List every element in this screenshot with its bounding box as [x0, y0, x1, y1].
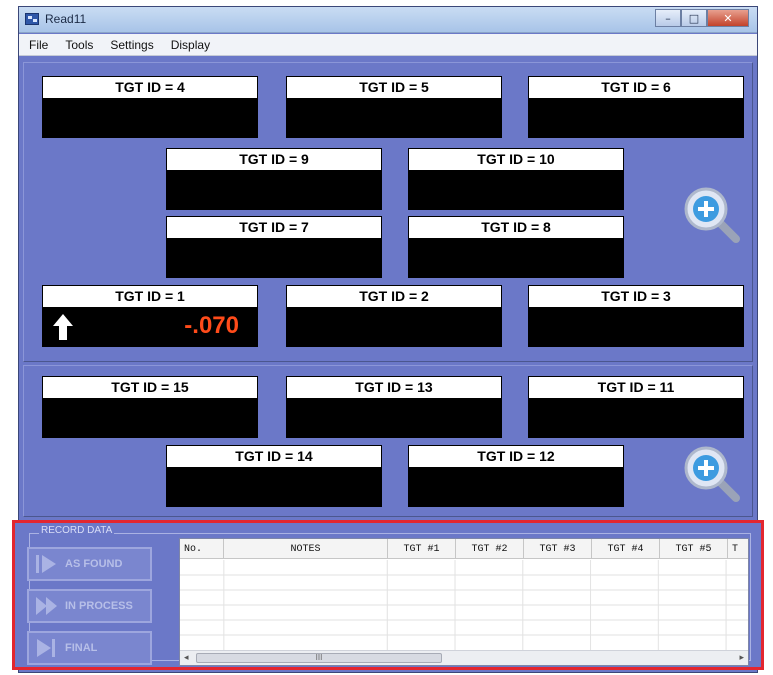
- record-data-highlight: RECORD DATA AS FOUND IN PROCESS FINAL No…: [12, 520, 764, 670]
- target-readout: [529, 307, 743, 347]
- target-display-5: TGT ID = 5: [286, 76, 502, 138]
- target-label: TGT ID = 7: [167, 217, 381, 238]
- target-display-4: TGT ID = 4: [42, 76, 258, 138]
- menu-settings[interactable]: Settings: [110, 38, 153, 52]
- column-header-tgt4[interactable]: TGT #4: [592, 539, 660, 559]
- column-header-tgt1[interactable]: TGT #1: [388, 539, 456, 559]
- target-value: -.070: [184, 312, 239, 339]
- target-readout: [409, 467, 623, 507]
- target-readout: [167, 467, 381, 507]
- table-header: No. NOTES TGT #1 TGT #2 TGT #3 TGT #4 TG…: [180, 539, 748, 559]
- column-header-notes[interactable]: NOTES: [224, 539, 388, 559]
- target-label: TGT ID = 15: [43, 377, 257, 398]
- target-display-7: TGT ID = 7: [166, 216, 382, 278]
- menu-bar: File Tools Settings Display: [19, 34, 757, 56]
- target-label: TGT ID = 13: [287, 377, 501, 398]
- target-display-12: TGT ID = 12: [408, 445, 624, 507]
- target-readout: -.070: [43, 307, 257, 347]
- target-display-6: TGT ID = 6: [528, 76, 744, 138]
- target-label: TGT ID = 5: [287, 77, 501, 98]
- as-found-button[interactable]: AS FOUND: [27, 547, 152, 581]
- record-data-table[interactable]: No. NOTES TGT #1 TGT #2 TGT #3 TGT #4 TG…: [179, 538, 749, 666]
- table-grid: [180, 560, 748, 650]
- scroll-left-icon[interactable]: ◂: [184, 653, 189, 663]
- zoom-in-icon[interactable]: [682, 444, 742, 504]
- window-title: Read11: [45, 12, 87, 26]
- target-readout: [287, 98, 501, 138]
- target-readout: [287, 398, 501, 438]
- top-target-panel: TGT ID = 4 TGT ID = 5 TGT ID = 6 TGT ID …: [23, 62, 753, 362]
- arrow-up-icon: [53, 314, 73, 340]
- skip-end-icon: [37, 639, 55, 657]
- window-controls: – □ ✕: [655, 9, 749, 27]
- column-header-partial[interactable]: T: [728, 539, 748, 559]
- menu-file[interactable]: File: [29, 38, 48, 52]
- target-label: TGT ID = 11: [529, 377, 743, 398]
- column-header-tgt3[interactable]: TGT #3: [524, 539, 592, 559]
- record-data-legend: RECORD DATA: [39, 525, 115, 536]
- app-icon: [25, 13, 39, 25]
- horizontal-scrollbar[interactable]: ◂ III ▸: [180, 650, 748, 665]
- target-readout: [409, 170, 623, 210]
- target-label: TGT ID = 4: [43, 77, 257, 98]
- column-header-tgt5[interactable]: TGT #5: [660, 539, 728, 559]
- target-label: TGT ID = 3: [529, 286, 743, 307]
- target-display-14: TGT ID = 14: [166, 445, 382, 507]
- maximize-button[interactable]: □: [681, 9, 707, 27]
- target-readout: [167, 170, 381, 210]
- target-readout: [529, 98, 743, 138]
- target-display-13: TGT ID = 13: [286, 376, 502, 438]
- target-readout: [43, 98, 257, 138]
- target-display-8: TGT ID = 8: [408, 216, 624, 278]
- column-header-no[interactable]: No.: [180, 539, 224, 559]
- target-display-1: TGT ID = 1 -.070: [42, 285, 258, 347]
- minimize-button[interactable]: –: [655, 9, 681, 27]
- target-label: TGT ID = 9: [167, 149, 381, 170]
- scroll-thumb[interactable]: III: [196, 653, 442, 663]
- target-label: TGT ID = 10: [409, 149, 623, 170]
- scroll-right-icon[interactable]: ▸: [739, 653, 744, 663]
- target-readout: [167, 238, 381, 278]
- play-icon: [36, 555, 56, 573]
- bottom-target-panel: TGT ID = 15 TGT ID = 13 TGT ID = 11 TGT …: [23, 365, 753, 517]
- menu-tools[interactable]: Tools: [65, 38, 93, 52]
- close-button[interactable]: ✕: [707, 9, 749, 27]
- fast-forward-icon: [36, 597, 57, 615]
- target-label: TGT ID = 1: [43, 286, 257, 307]
- zoom-in-icon[interactable]: [682, 185, 742, 245]
- target-display-9: TGT ID = 9: [166, 148, 382, 210]
- target-display-10: TGT ID = 10: [408, 148, 624, 210]
- target-display-15: TGT ID = 15: [42, 376, 258, 438]
- final-button[interactable]: FINAL: [27, 631, 152, 665]
- target-display-2: TGT ID = 2: [286, 285, 502, 347]
- in-process-label: IN PROCESS: [65, 600, 133, 612]
- target-label: TGT ID = 14: [167, 446, 381, 467]
- final-label: FINAL: [65, 642, 98, 654]
- column-header-tgt2[interactable]: TGT #2: [456, 539, 524, 559]
- menu-display[interactable]: Display: [171, 38, 210, 52]
- target-label: TGT ID = 8: [409, 217, 623, 238]
- target-display-3: TGT ID = 3: [528, 285, 744, 347]
- title-bar[interactable]: Read11 – □ ✕: [19, 7, 757, 33]
- target-display-11: TGT ID = 11: [528, 376, 744, 438]
- target-label: TGT ID = 12: [409, 446, 623, 467]
- target-label: TGT ID = 6: [529, 77, 743, 98]
- target-readout: [287, 307, 501, 347]
- in-process-button[interactable]: IN PROCESS: [27, 589, 152, 623]
- target-readout: [43, 398, 257, 438]
- target-label: TGT ID = 2: [287, 286, 501, 307]
- target-readout: [409, 238, 623, 278]
- target-readout: [529, 398, 743, 438]
- as-found-label: AS FOUND: [65, 558, 123, 570]
